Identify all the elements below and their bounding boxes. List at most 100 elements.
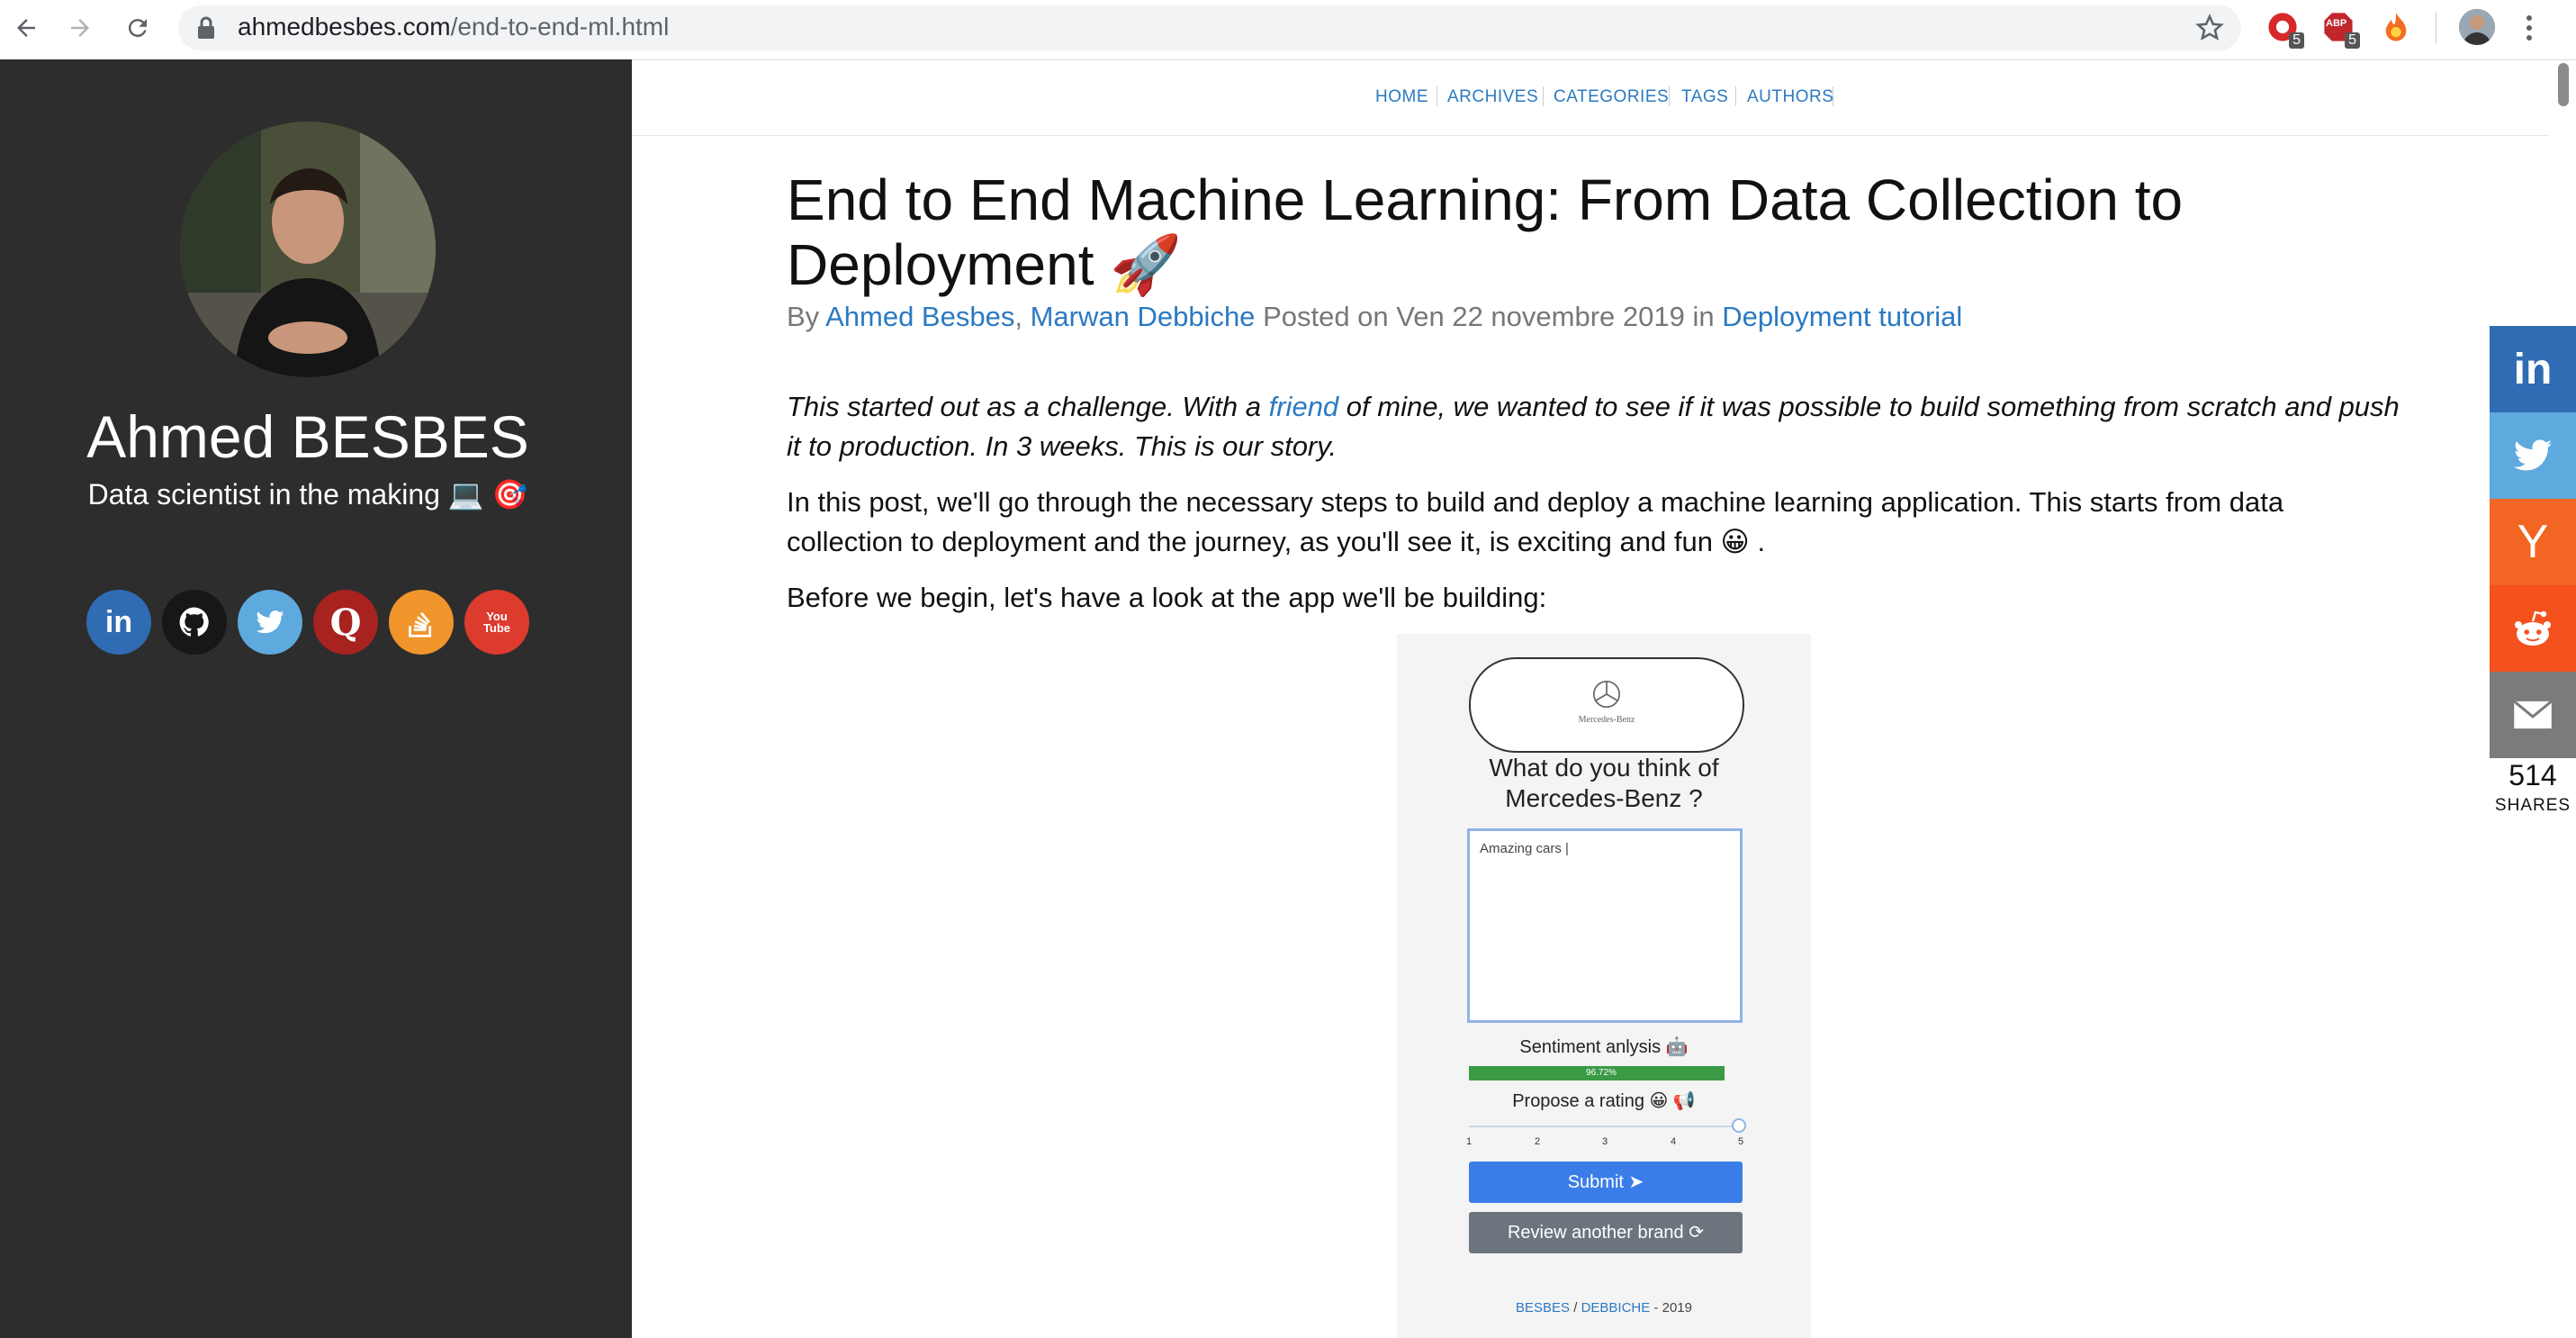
linkedin-icon: in [104, 604, 133, 639]
review-textarea[interactable] [1467, 828, 1743, 1023]
body-paragraph-2: Before we begin, let's have a look at th… [787, 582, 1547, 613]
linkedin-share-button[interactable]: in [2490, 326, 2576, 412]
meta-comma: , [1014, 301, 1022, 332]
author-tagline: Data scientist in the making 💻 🎯 [87, 478, 528, 511]
lock-icon [198, 16, 214, 39]
nav-categories[interactable]: CATEGORIES [1554, 86, 1669, 108]
extension-badge: 5 [2345, 32, 2360, 49]
url-text[interactable]: ahmedbesbes.com/end-to-end-ml.html [238, 9, 669, 45]
back-button[interactable] [4, 5, 49, 50]
hackernews-share-button[interactable]: Y [2490, 499, 2576, 585]
flame-icon [2385, 13, 2407, 41]
youtube-icon: You Tube [482, 610, 511, 635]
sentiment-label: Sentiment anlysis 🤖 [1519, 1037, 1689, 1057]
nav-separator [1669, 86, 1670, 106]
forward-button[interactable] [58, 5, 103, 50]
category-link[interactable]: Deployment tutorial [1722, 301, 1962, 332]
github-icon [179, 607, 209, 637]
twitter-icon [256, 610, 284, 634]
url-path: /end-to-end-ml.html [450, 13, 670, 41]
author-avatar [180, 122, 436, 377]
twitter-share-icon [2513, 439, 2553, 471]
adblock-label: ABP [2326, 18, 2347, 29]
twitter-social-button[interactable] [238, 590, 302, 655]
rating-tick: 4 [1671, 1136, 1677, 1147]
review-another-label: Review another brand [1507, 1223, 1684, 1243]
page-scrollbar-thumb[interactable] [2558, 63, 2569, 106]
quora-social-button[interactable]: Q [313, 590, 378, 655]
app-question: What do you think of Mercedes-Benz ? [1489, 754, 1719, 812]
twitter-share-button[interactable] [2490, 412, 2576, 499]
github-social-button[interactable] [162, 590, 227, 655]
footer-year: - 2019 [1650, 1300, 1692, 1315]
reload-icon [128, 19, 147, 38]
submit-button[interactable]: Submit ➤ [1469, 1162, 1743, 1203]
hackernews-share-icon: Y [2517, 516, 2549, 568]
nav-authors[interactable]: AUTHORS [1747, 86, 1833, 108]
share-label: SHARES [2494, 796, 2571, 815]
linkedin-share-icon: in [2513, 345, 2553, 393]
reddit-share-button[interactable] [2490, 585, 2576, 672]
submit-label: Submit [1567, 1172, 1624, 1192]
profile-photo-icon [2459, 9, 2495, 45]
extension-shield[interactable]: 5 [2265, 9, 2304, 49]
intro-paragraph: This started out as a challenge. With a … [787, 387, 2407, 466]
author-link-ahmed[interactable]: Ahmed Besbes [825, 301, 1014, 332]
youtube-social-button[interactable]: You Tube [464, 590, 529, 655]
profile-avatar[interactable] [2459, 9, 2495, 45]
quora-icon: Q [329, 601, 362, 644]
email-share-icon [2513, 700, 2553, 729]
meta-posted-on: Posted on Ven 22 novembre 2019 in [1263, 301, 1715, 332]
nav-home[interactable]: HOME [1375, 86, 1428, 108]
extension-adblock[interactable]: ABP 5 [2320, 9, 2360, 49]
review-another-button[interactable]: Review another brand ⟳ [1469, 1212, 1743, 1253]
meta-by: By [787, 301, 820, 332]
nav-tags[interactable]: TAGS [1681, 86, 1728, 108]
bookmark-star-icon[interactable] [2194, 13, 2225, 43]
app-footer: BESBES / DEBBICHE - 2019 [1442, 1300, 1766, 1315]
footer-author-1[interactable]: BESBES [1516, 1300, 1570, 1315]
browser-toolbar: ahmedbesbes.com/end-to-end-ml.html 5 ABP… [0, 0, 2576, 60]
stackoverflow-icon [409, 611, 432, 637]
stackoverflow-social-button[interactable] [389, 590, 454, 655]
linkedin-social-button[interactable]: in [86, 590, 151, 655]
author-name: Ahmed BESBES [86, 403, 529, 470]
sentiment-value: 96.72% [1586, 1068, 1617, 1078]
kebab-menu-icon [2526, 15, 2532, 41]
author-link-marwan[interactable]: Marwan Debbiche [1031, 301, 1256, 332]
footer-sep: / [1570, 1300, 1581, 1315]
rating-tick: 3 [1602, 1136, 1608, 1147]
nav-archives[interactable]: ARCHIVES [1447, 86, 1538, 108]
refresh-icon: ⟳ [1689, 1223, 1704, 1243]
nav-separator [1543, 86, 1544, 106]
extension-badge: 5 [2289, 32, 2304, 49]
rating-tick: 1 [1466, 1136, 1473, 1147]
post-title: End to End Machine Learning: From Data C… [787, 167, 2184, 297]
author-photo-icon [180, 122, 436, 377]
reload-button[interactable] [115, 5, 160, 50]
rating-tick: 5 [1738, 1136, 1744, 1147]
footer-author-2[interactable]: DEBBICHE [1581, 1300, 1651, 1315]
body-paragraph-1: In this post, we'll go through the neces… [787, 486, 2284, 557]
extension-flame[interactable] [2378, 9, 2414, 45]
paper-plane-icon: ➤ [1628, 1172, 1644, 1192]
browser-menu-button[interactable] [2520, 11, 2538, 45]
post-meta: By Ahmed Besbes, Marwan Debbiche Posted … [787, 297, 2407, 337]
brand-logo: Mercedes-Benz [1469, 657, 1744, 753]
review-textarea-value: Amazing cars | [1480, 841, 1569, 856]
arrow-left-icon [17, 19, 35, 37]
rating-label: Propose a rating 😀 📢 [1512, 1091, 1696, 1111]
rating-slider[interactable] [1469, 1126, 1741, 1127]
arrow-right-icon [71, 19, 89, 37]
mercedes-star-icon [1592, 680, 1621, 709]
brand-logo-text: Mercedes-Benz [1578, 715, 1635, 725]
intro-text-1: This started out as a challenge. With a [787, 391, 1261, 422]
share-count: 514 [2508, 759, 2557, 791]
url-domain: ahmedbesbes.com [238, 13, 451, 41]
rating-tick: 2 [1535, 1136, 1541, 1147]
email-share-button[interactable] [2490, 672, 2576, 758]
friend-link[interactable]: friend [1269, 391, 1339, 422]
reddit-share-icon [2515, 610, 2551, 646]
rating-slider-handle[interactable] [1732, 1118, 1746, 1133]
nav-separator [1735, 86, 1736, 106]
